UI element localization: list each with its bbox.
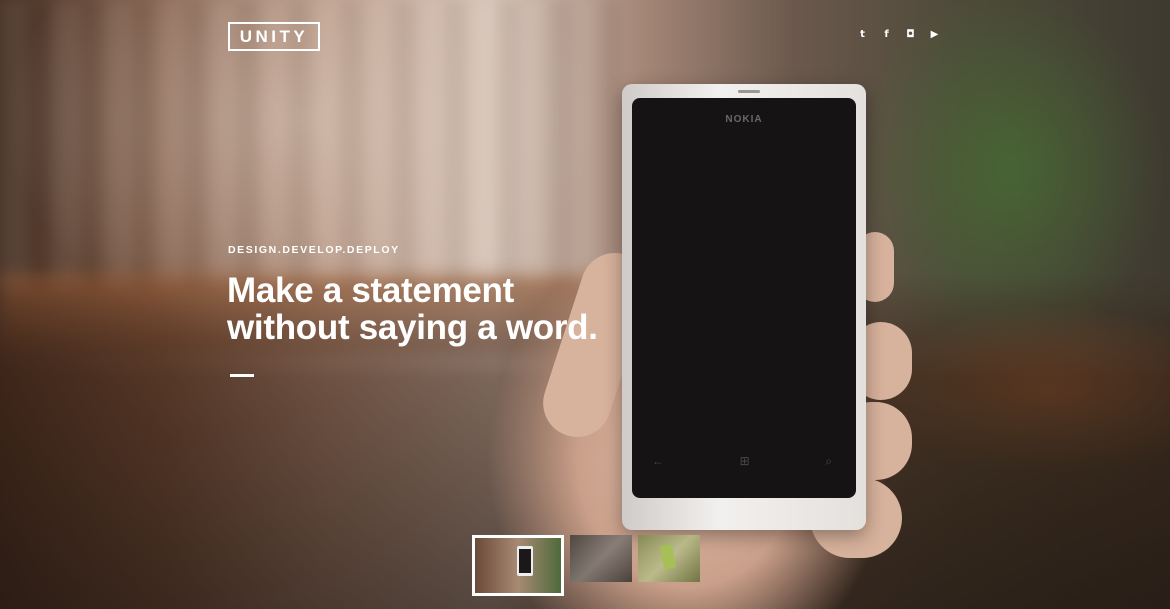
youtube-icon[interactable]: ▶	[928, 28, 941, 41]
site-logo[interactable]: UNITY	[228, 22, 320, 51]
phone-speaker	[738, 90, 760, 93]
phone-image: NOKIA ← ⊞ ⌕	[622, 84, 866, 530]
thumbnail-phone-1	[517, 546, 533, 576]
search-icon: ⌕	[825, 454, 832, 468]
hero-headline: Make a statement without saying a word.	[227, 272, 647, 346]
slide-thumbnail-1[interactable]	[472, 535, 564, 596]
hero-section: NOKIA ← ⊞ ⌕ UNITY t f ◘ ▶ DESIGN.DEVELOP…	[0, 0, 1170, 609]
back-icon: ←	[652, 454, 664, 468]
windows-icon: ⊞	[739, 454, 750, 468]
slide-thumbnail-2[interactable]	[570, 535, 632, 582]
hero-kicker: DESIGN.DEVELOP.DEPLOY	[228, 244, 400, 256]
instagram-icon[interactable]: ◘	[904, 28, 917, 41]
facebook-icon[interactable]: f	[880, 28, 893, 41]
phone-soft-keys: ← ⊞ ⌕	[652, 454, 832, 469]
phone-brand-label: NOKIA	[725, 114, 763, 125]
headline-line-2: without saying a word.	[227, 308, 598, 347]
twitter-icon[interactable]: t	[856, 28, 869, 41]
social-links: t f ◘ ▶	[856, 28, 941, 41]
thumbnail-image-2	[570, 535, 632, 582]
phone-screen	[632, 98, 856, 498]
slide-thumbnail-3[interactable]	[638, 535, 700, 582]
slide-thumbnails	[472, 535, 700, 596]
headline-divider	[230, 374, 254, 377]
headline-line-1: Make a statement	[227, 271, 514, 310]
